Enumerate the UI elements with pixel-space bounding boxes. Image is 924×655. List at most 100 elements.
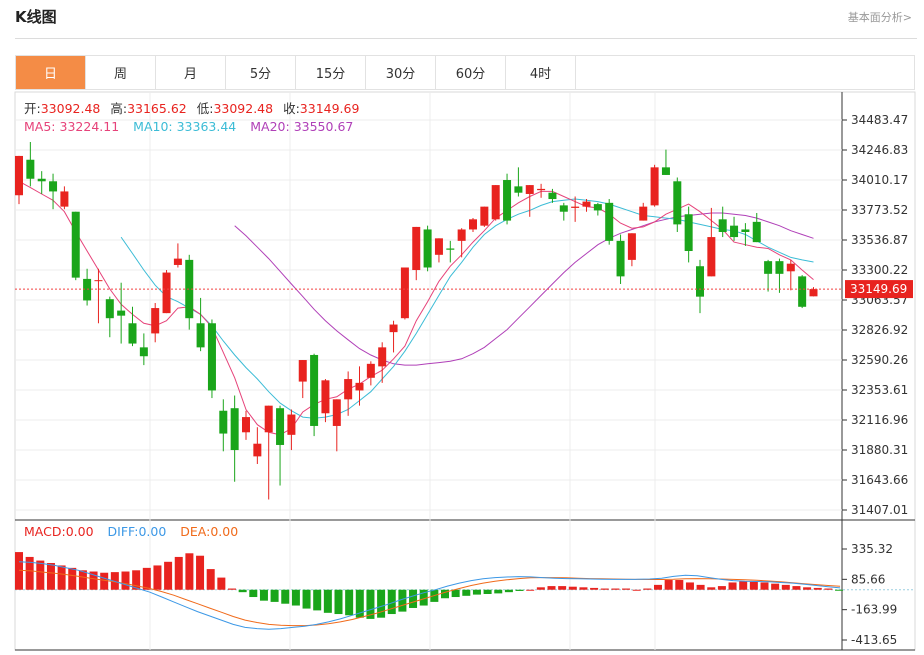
ma20-value: 33550.67 xyxy=(294,119,354,134)
macd-bar xyxy=(153,565,162,590)
ma5-value: 33224.11 xyxy=(60,119,120,134)
candle-body xyxy=(639,206,648,221)
close-value: 33149.69 xyxy=(300,101,360,116)
grid xyxy=(14,91,916,651)
candle-body xyxy=(94,280,103,282)
macd-bar xyxy=(643,588,652,590)
candle-body xyxy=(423,229,432,268)
candle-body xyxy=(775,261,784,274)
macd-bar xyxy=(291,589,300,606)
macd-bar xyxy=(579,587,588,590)
moving-average-lines xyxy=(18,180,814,436)
candle-body xyxy=(230,408,239,451)
price-tick-label: 34010.17 xyxy=(851,173,908,187)
dea-value: 0.00 xyxy=(210,524,238,539)
candle-body xyxy=(650,167,659,206)
candle-body xyxy=(389,324,398,333)
diff-label: DIFF: xyxy=(108,524,139,539)
macd-label: MACD: xyxy=(24,524,66,539)
macd-bar xyxy=(568,586,577,590)
macd-bar xyxy=(664,580,673,590)
macd-bar xyxy=(611,588,620,590)
macd-value: 0.00 xyxy=(66,524,94,539)
ma5-label: MA5: xyxy=(24,119,56,134)
macd-bar xyxy=(504,589,513,593)
candle-body xyxy=(321,380,330,414)
macd-bar xyxy=(249,589,258,598)
candle-body xyxy=(616,240,625,277)
ma10-line xyxy=(120,198,814,419)
candle-body xyxy=(696,266,704,297)
ma-info: MA5: 33224.11 MA10: 33363.44 MA20: 33550.67 xyxy=(24,119,353,134)
macd-bar xyxy=(483,589,492,594)
close-label: 收: xyxy=(283,101,300,116)
candle-body xyxy=(514,186,523,193)
macd-bar xyxy=(590,587,599,590)
price-tick-label: 31643.66 xyxy=(851,473,908,487)
candle-body xyxy=(71,211,80,278)
open-label: 开: xyxy=(24,101,41,116)
price-tick-label: 32116.96 xyxy=(851,413,908,427)
dea-label: DEA: xyxy=(180,524,210,539)
macd-bar xyxy=(739,581,748,590)
macd-bar xyxy=(600,588,609,590)
macd-bar xyxy=(334,589,343,615)
macd-tick-label: 335.32 xyxy=(851,542,893,556)
candle-body xyxy=(786,263,795,272)
candle-body xyxy=(400,267,409,319)
macd-bar xyxy=(696,584,705,590)
candle-body xyxy=(548,192,557,200)
macd-tick-label: -163.99 xyxy=(851,603,897,617)
high-label: 高: xyxy=(110,101,127,116)
price-tick-label: 31880.31 xyxy=(851,443,908,457)
macd-bar xyxy=(771,583,780,590)
candle-body xyxy=(457,229,466,241)
candle-body xyxy=(117,310,126,316)
macd-bar xyxy=(803,587,812,590)
high-value: 33165.62 xyxy=(127,101,187,116)
candle-body xyxy=(559,205,568,212)
macd-bar xyxy=(515,589,524,591)
macd-bar xyxy=(238,589,247,593)
macd-info: MACD:0.00 DIFF:0.00 DEA:0.00 xyxy=(24,524,238,539)
macd-bar xyxy=(707,587,716,590)
macd-bar xyxy=(259,589,268,601)
kline-chart: 335.32 85.66 -163.99 -413.65 34483.47 34246.… xyxy=(14,91,916,651)
candle-body xyxy=(593,204,602,211)
candle-body xyxy=(809,289,818,297)
candle-body xyxy=(276,408,285,445)
candle-body xyxy=(798,276,807,307)
candle-body xyxy=(434,238,443,255)
macd-bar xyxy=(472,589,481,595)
ma5-line xyxy=(18,180,814,436)
candle-body xyxy=(15,155,23,196)
macd-bar xyxy=(270,589,279,602)
macd-bar xyxy=(717,586,726,590)
macd-bar xyxy=(813,587,822,590)
candle-body xyxy=(105,299,114,319)
candle-body xyxy=(503,180,512,221)
candle-body xyxy=(49,181,58,192)
candle-body xyxy=(571,206,580,208)
macd-bar xyxy=(377,589,386,618)
candle-body xyxy=(412,226,421,271)
candle-body xyxy=(287,414,296,435)
candle-body xyxy=(582,201,591,207)
candle-body xyxy=(537,188,546,191)
macd-bar xyxy=(685,582,694,590)
macd-bar xyxy=(302,589,311,609)
candle-body xyxy=(684,214,693,252)
candle-body xyxy=(355,382,364,391)
macd-bar xyxy=(536,587,545,590)
candle-body xyxy=(661,167,670,175)
candle-body xyxy=(366,363,375,378)
macd-bar xyxy=(36,560,45,590)
macd-bar xyxy=(632,589,641,591)
macd-bar xyxy=(46,563,55,590)
ma20-label: MA20: xyxy=(250,119,289,134)
candle-body xyxy=(264,405,273,433)
candle-body xyxy=(525,185,534,194)
candle-body xyxy=(480,206,489,226)
ma10-label: MA10: xyxy=(133,119,172,134)
macd-bar xyxy=(547,586,556,590)
